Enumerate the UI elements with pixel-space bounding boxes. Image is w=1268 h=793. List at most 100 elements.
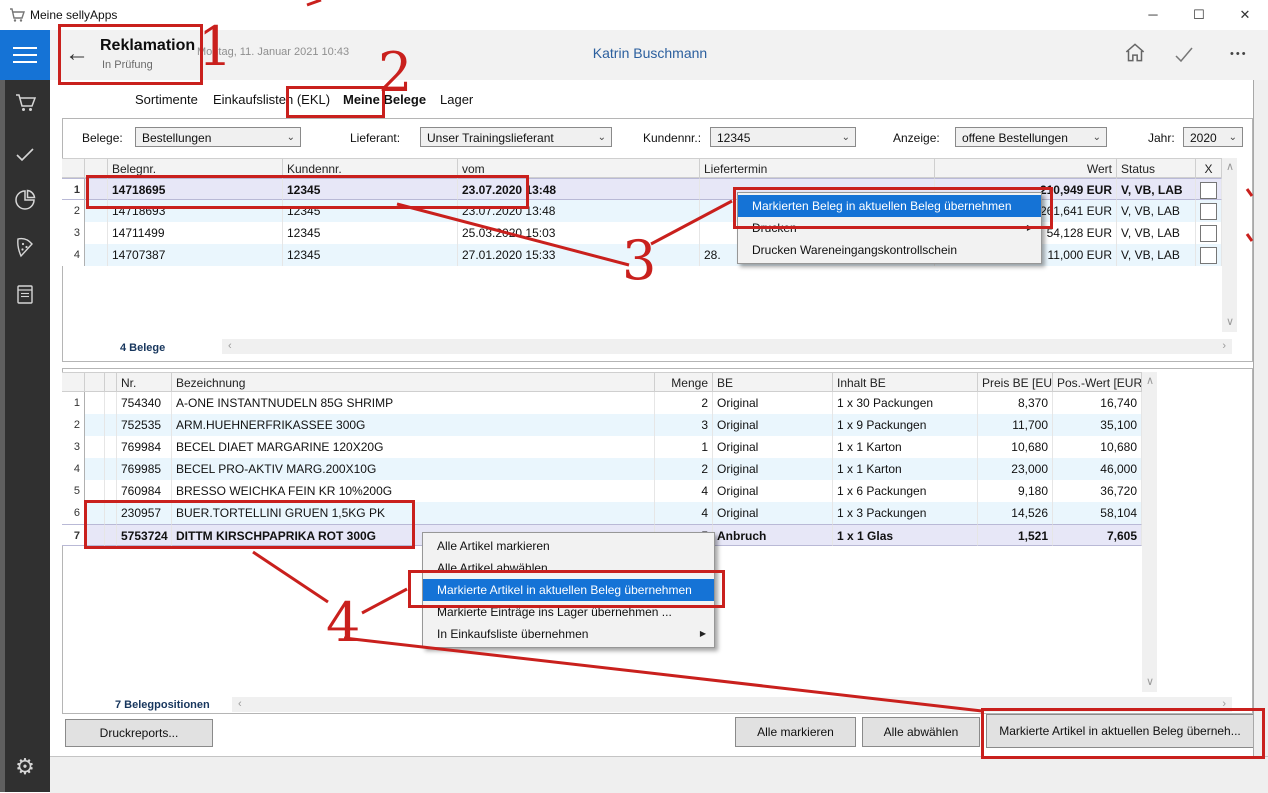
context-menu-item[interactable]: Alle Artikel abwählen: [423, 557, 714, 579]
context-menu-item[interactable]: Alle Artikel markieren: [423, 535, 714, 557]
column-header[interactable]: Liefertermin: [700, 158, 935, 178]
context-menu-item[interactable]: Markierte Artikel in aktuellen Beleg übe…: [423, 579, 714, 601]
page-status: In Prüfung: [102, 59, 153, 71]
column-header[interactable]: [85, 372, 105, 392]
row-checkbox[interactable]: [1200, 182, 1217, 199]
ellipsis-icon[interactable]: •••: [1230, 48, 1248, 60]
column-header[interactable]: Pos.-Wert [EUR]: [1053, 372, 1142, 392]
column-header[interactable]: Bezeichnung: [172, 372, 655, 392]
window-title: Meine sellyApps: [30, 8, 117, 22]
belege-vscrollbar[interactable]: ∧∨: [1222, 158, 1237, 332]
table-cell: 23.07.2020 13:48: [458, 200, 700, 222]
row-checkbox[interactable]: [1200, 225, 1217, 242]
table-row[interactable]: 4147073871234527.01.2020 15:3328.11,000 …: [62, 244, 1222, 266]
positionen-hscrollbar[interactable]: ‹›: [232, 697, 1232, 712]
tab-einkaufslisten-ekl-[interactable]: Einkaufslisten (EKL): [213, 92, 330, 107]
table-cell: 1 x 1 Karton: [833, 436, 978, 458]
table-row[interactable]: 2752535ARM.HUEHNERFRIKASSEE 300G3Origina…: [62, 414, 1142, 436]
column-header[interactable]: vom: [458, 158, 700, 178]
context-menu-item[interactable]: Markierten Beleg in aktuellen Beleg über…: [738, 195, 1041, 217]
table-row[interactable]: 3769984BECEL DIAET MARGARINE 120X20G1Ori…: [62, 436, 1142, 458]
right-margin: [1253, 80, 1268, 792]
uebernehmen-button[interactable]: Markierte Artikel in aktuellen Beleg übe…: [986, 714, 1254, 748]
back-arrow-icon[interactable]: ←: [62, 40, 92, 70]
alle-markieren-button[interactable]: Alle markieren: [735, 717, 856, 747]
table-row[interactable]: 1147186951234523.07.2020 13:48210,949 EU…: [62, 178, 1222, 200]
book-icon[interactable]: [0, 282, 50, 318]
belege-count: 4 Belege: [120, 342, 210, 354]
cart-icon[interactable]: [0, 90, 50, 126]
column-header[interactable]: [62, 158, 85, 178]
druckreports-button[interactable]: Druckreports...: [65, 719, 213, 747]
column-header[interactable]: Status: [1117, 158, 1196, 178]
column-header[interactable]: Belegnr.: [108, 158, 283, 178]
column-header[interactable]: [62, 372, 85, 392]
table-row[interactable]: 4769985BECEL PRO-AKTIV MARG.200X10G2Orig…: [62, 458, 1142, 480]
row-checkbox[interactable]: [1200, 203, 1217, 220]
empty-cell: [105, 414, 117, 436]
column-header[interactable]: Nr.: [117, 372, 172, 392]
table-row[interactable]: 6230957BUER.TORTELLINI GRUEN 1,5KG PK4Or…: [62, 502, 1142, 524]
pie-chart-icon[interactable]: [0, 188, 50, 224]
filter-anzeige-dropdown[interactable]: offene Bestellungen⌄: [955, 127, 1107, 147]
tab-lager[interactable]: Lager: [440, 92, 473, 107]
row-checkbox[interactable]: [1200, 247, 1217, 264]
belege-hscrollbar[interactable]: ‹›: [222, 339, 1232, 354]
table-cell: 23.07.2020 13:48: [458, 178, 700, 200]
table-cell: 35,100: [1053, 414, 1142, 436]
column-header[interactable]: [105, 372, 117, 392]
tab-sortimente[interactable]: Sortimente: [135, 92, 198, 107]
filter-kundennr-dropdown[interactable]: 12345⌄: [710, 127, 856, 147]
empty-cell: [85, 524, 105, 546]
filter-lieferant-dropdown[interactable]: Unser Trainingslieferant⌄: [420, 127, 612, 147]
filter-belege-dropdown[interactable]: Bestellungen⌄: [135, 127, 301, 147]
checkbox-cell: [1196, 222, 1222, 244]
table-row[interactable]: 5760984BRESSO WEICHKA FEIN KR 10%200G4Or…: [62, 480, 1142, 502]
context-menu-item[interactable]: Drucken▶: [738, 217, 1041, 239]
pizza-slice-icon[interactable]: [0, 235, 50, 271]
filter-jahr-value: 2020: [1190, 131, 1217, 145]
column-header[interactable]: Menge: [655, 372, 713, 392]
context-menu-item[interactable]: Markierte Einträge ins Lager übernehmen …: [423, 601, 714, 623]
table-row[interactable]: 2147186931234523.07.2020 13:483.261,641 …: [62, 200, 1222, 222]
chevron-down-icon: ⌄: [1229, 128, 1237, 148]
table-cell: Original: [713, 414, 833, 436]
hamburger-menu-icon[interactable]: [0, 30, 50, 80]
maximize-button[interactable]: ☐: [1176, 0, 1222, 30]
table-cell: BECEL DIAET MARGARINE 120X20G: [172, 436, 655, 458]
checkbox-cell: [1196, 178, 1222, 200]
positionen-vscrollbar[interactable]: ∧∨: [1142, 372, 1157, 692]
column-header[interactable]: Inhalt BE: [833, 372, 978, 392]
settings-gear-icon[interactable]: ⚙: [0, 754, 50, 790]
table-row[interactable]: 1754340A-ONE INSTANTNUDELN 85G SHRIMP2Or…: [62, 392, 1142, 414]
empty-cell: [105, 458, 117, 480]
table-cell: 2: [655, 392, 713, 414]
sidebar-scrollbar[interactable]: [0, 80, 5, 792]
column-header[interactable]: BE: [713, 372, 833, 392]
context-menu-item[interactable]: In Einkaufsliste übernehmen▶: [423, 623, 714, 645]
checkmark-icon[interactable]: [0, 142, 50, 178]
filter-kundennr-label: Kundennr.:: [643, 131, 701, 145]
empty-cell: [85, 436, 105, 458]
context-menu-item[interactable]: Drucken Wareneingangskontrollschein: [738, 239, 1041, 261]
filter-jahr-dropdown[interactable]: 2020 ⌄: [1183, 127, 1243, 147]
minimize-button[interactable]: ─: [1130, 0, 1176, 30]
filter-anzeige-value: offene Bestellungen: [962, 131, 1068, 145]
home-icon[interactable]: [1122, 40, 1148, 71]
table-cell: 2: [655, 458, 713, 480]
row-number: 5: [62, 480, 85, 502]
table-cell: 1,521: [978, 524, 1053, 546]
tab-meine-belege[interactable]: Meine Belege: [343, 92, 426, 107]
check-icon[interactable]: [1172, 44, 1196, 71]
alle-abwaehlen-button[interactable]: Alle abwählen: [862, 717, 980, 747]
filter-lieferant-value: Unser Trainingslieferant: [427, 131, 554, 145]
table-row[interactable]: 3147114991234525.03.2020 15:0354,128 EUR…: [62, 222, 1222, 244]
close-button[interactable]: ✕: [1222, 0, 1268, 30]
column-header[interactable]: Wert: [935, 158, 1117, 178]
empty-cell: [105, 524, 117, 546]
column-header[interactable]: [85, 158, 108, 178]
column-header[interactable]: Kundennr.: [283, 158, 458, 178]
column-header[interactable]: Preis BE [EUR]: [978, 372, 1053, 392]
table-cell: 36,720: [1053, 480, 1142, 502]
column-header[interactable]: X: [1196, 158, 1222, 178]
